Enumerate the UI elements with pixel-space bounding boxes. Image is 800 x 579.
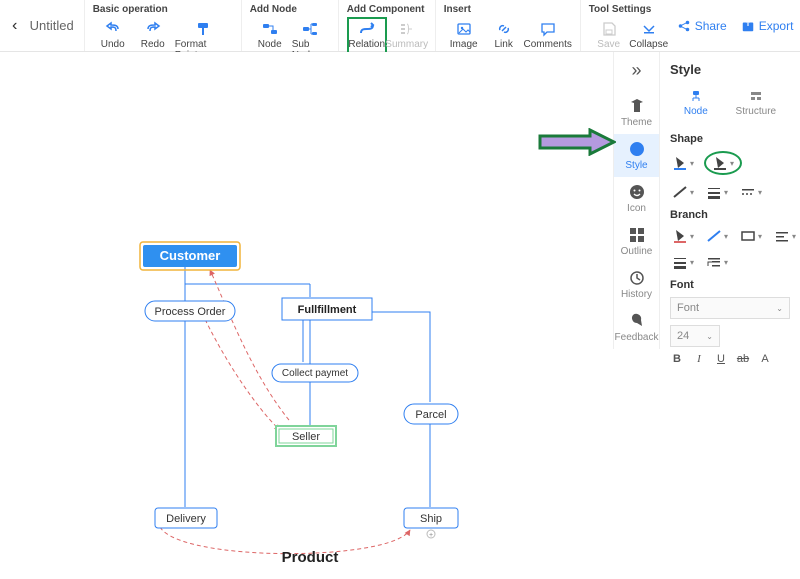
rail-style[interactable]: Style	[614, 134, 659, 177]
strike-button[interactable]: ab	[736, 353, 750, 365]
node-delivery[interactable]: Delivery	[155, 508, 217, 528]
chevron-down-icon: ▾	[690, 232, 694, 241]
section-shape: Shape	[670, 133, 790, 145]
label-product: Product	[282, 549, 339, 566]
branch-color-button[interactable]: ▾	[670, 227, 696, 245]
font-color-button[interactable]: A	[758, 353, 772, 365]
shape-fill-button[interactable]: ▾	[670, 154, 696, 172]
collapse-icon	[641, 21, 657, 37]
chevron-down-icon: ▾	[690, 258, 694, 267]
title-area: ‹ Untitled	[0, 0, 84, 51]
ribbon: Basic operation Undo Redo Format Painter…	[84, 0, 800, 51]
bold-button[interactable]: B	[670, 353, 684, 365]
summary-button[interactable]: Summary	[387, 17, 427, 54]
chevron-down-icon: ⌄	[706, 332, 713, 341]
image-button[interactable]: Image	[444, 17, 484, 54]
summary-icon	[399, 21, 415, 37]
branch-width-button[interactable]: ▾	[670, 253, 696, 271]
top-actions: Share Export	[677, 0, 800, 51]
tab-structure[interactable]: Structure	[736, 89, 777, 117]
share-button[interactable]: Share	[677, 19, 727, 33]
right-rail: » Theme Style Icon Outline History Feedb…	[613, 52, 660, 349]
image-icon	[456, 21, 472, 37]
chevron-down-icon: ▾	[690, 188, 694, 197]
annotation-arrow	[538, 128, 616, 156]
rail-history[interactable]: History	[614, 263, 659, 306]
rail-feedback[interactable]: Feedback	[614, 306, 659, 349]
branch-align-button[interactable]: ▾	[772, 227, 798, 245]
chevron-down-icon: ▾	[792, 232, 796, 241]
collapse-button[interactable]: Collapse	[629, 17, 669, 54]
chevron-down-icon: ▾	[758, 232, 762, 241]
style-panel: Style Node Structure Shape ▾ ▾ ▾ ▾ ▾ Bra…	[660, 52, 800, 574]
group-add-component: Add Component Relation Summary	[338, 0, 435, 51]
chevron-down-icon: ▾	[724, 188, 728, 197]
node-customer[interactable]: Customer	[140, 242, 240, 270]
font-size-select[interactable]: 24⌄	[670, 325, 720, 347]
shape-style-button[interactable]: ▾	[704, 151, 742, 175]
rail-theme[interactable]: Theme	[614, 91, 659, 134]
rail-icon[interactable]: Icon	[614, 177, 659, 220]
border-style-button[interactable]: ▾	[670, 183, 696, 201]
chevron-down-icon: ▾	[724, 258, 728, 267]
branch-line-button[interactable]: ▾	[704, 227, 730, 245]
save-icon	[601, 21, 617, 37]
diagram: Customer Process Order Fullfillment Coll…	[0, 52, 613, 574]
node-process-order[interactable]: Process Order	[145, 301, 235, 321]
panel-tabs: Node Structure	[670, 89, 790, 117]
undo-icon	[105, 21, 121, 37]
rail-collapse-button[interactable]: »	[631, 60, 641, 81]
font-buttons: B I U ab A	[670, 353, 790, 365]
node-icon	[262, 21, 278, 37]
group-title: Basic operation	[93, 4, 233, 15]
italic-button[interactable]: I	[692, 353, 706, 365]
chevron-down-icon: ▾	[758, 188, 762, 197]
branch-indent-button[interactable]: ▾	[704, 253, 730, 271]
branch-rect-button[interactable]: ▾	[738, 227, 764, 245]
group-basic-operation: Basic operation Undo Redo Format Painter	[84, 0, 241, 51]
relation-button[interactable]: Relation	[347, 17, 387, 54]
section-font: Font	[670, 279, 790, 291]
chevron-down-icon: ▾	[724, 232, 728, 241]
group-title: Add Node	[250, 4, 330, 15]
chevron-down-icon: ▾	[730, 159, 734, 168]
comments-icon	[540, 21, 556, 37]
link-icon	[496, 21, 512, 37]
group-insert: Insert Image Link Comments	[435, 0, 580, 51]
back-button[interactable]: ‹	[10, 17, 20, 35]
font-select[interactable]: Font⌄	[670, 297, 790, 319]
underline-button[interactable]: U	[714, 353, 728, 365]
comments-button[interactable]: Comments	[524, 17, 572, 54]
panel-title: Style	[670, 62, 790, 77]
section-branch: Branch	[670, 209, 790, 221]
border-width-button[interactable]: ▾	[704, 183, 730, 201]
group-tool-settings: Tool Settings Save Collapse	[580, 0, 677, 51]
node-parcel[interactable]: Parcel	[404, 404, 458, 424]
border-dash-button[interactable]: ▾	[738, 183, 764, 201]
tab-node[interactable]: Node	[684, 89, 708, 117]
save-button[interactable]: Save	[589, 17, 629, 54]
chevron-down-icon: ▾	[690, 159, 694, 168]
canvas[interactable]: Customer Process Order Fullfillment Coll…	[0, 52, 613, 574]
node-collect-payment[interactable]: Collect paymet	[272, 364, 358, 382]
chevron-down-icon: ⌄	[776, 304, 783, 313]
group-title: Add Component	[347, 4, 427, 15]
relation-icon	[359, 21, 375, 37]
node-fullfillment[interactable]: Fullfillment	[282, 298, 372, 320]
group-add-node: Add Node Node Sub Node	[241, 0, 338, 51]
top-toolbar: ‹ Untitled Basic operation Undo Redo For…	[0, 0, 800, 52]
rail-outline[interactable]: Outline	[614, 220, 659, 263]
link-button[interactable]: Link	[484, 17, 524, 54]
document-title: Untitled	[30, 18, 74, 33]
format-painter-icon	[195, 21, 211, 37]
redo-icon	[145, 21, 161, 37]
group-title: Insert	[444, 4, 572, 15]
node-ship[interactable]: Ship +	[404, 508, 458, 539]
group-title: Tool Settings	[589, 4, 669, 15]
node-seller[interactable]: Seller	[276, 426, 336, 446]
sub-node-icon	[302, 21, 318, 37]
export-button[interactable]: Export	[741, 19, 794, 33]
